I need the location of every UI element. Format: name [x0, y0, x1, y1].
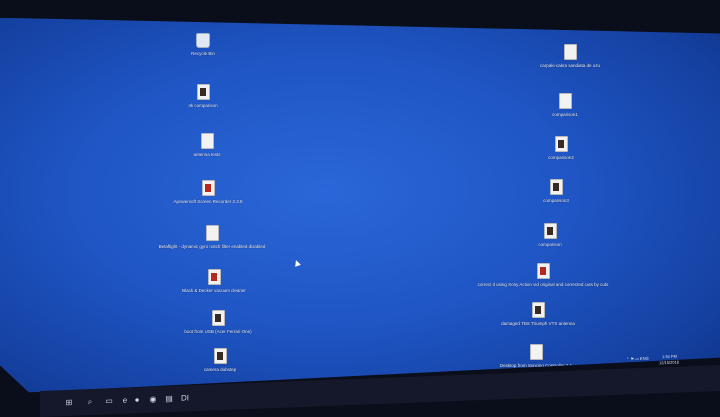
app-shortcut-icon — [201, 180, 215, 196]
left-desktop-icon[interactable]: Black & Decker vacuum cleaner — [139, 269, 289, 293]
desktop-icon-label: comparison — [538, 242, 562, 247]
recycle-bin-icon — [196, 33, 210, 48]
left-desktop-icon[interactable]: antenna tests — [132, 133, 282, 157]
left-desktop-icon[interactable]: Recycle Bin — [128, 33, 278, 56]
desktop-icon-label: Recycle Bin — [191, 51, 215, 56]
right-desktop-icon[interactable]: carpaki-cakra sandiata de ozu — [495, 44, 645, 68]
left-desktop-icon[interactable]: boot from USB (Acer Ferrari One) — [143, 310, 293, 334]
video-file-icon — [558, 93, 572, 109]
video-file-icon — [529, 344, 543, 360]
desktop-icon-label: carpaki-cakra sandiata de ozu — [539, 63, 601, 68]
left-desktop-icon[interactable]: 4k comparison — [128, 84, 278, 108]
right-desktop-icon[interactable]: correct it using Sony Action vid origina… — [468, 263, 618, 287]
start-button[interactable]: ⊞ — [64, 398, 74, 408]
search-icon[interactable]: ⌕ — [85, 397, 95, 407]
desktop-icon-label: camera dubstep — [203, 367, 237, 372]
desktop-icon-label: Black & Decker vacuum cleaner — [182, 288, 246, 293]
right-desktop-icon[interactable]: comparison1 — [490, 93, 640, 117]
desktop-icon-label: comparison2 — [548, 155, 574, 160]
desktop-icon-label: Desktop from Syncing Controller 2.1 — [499, 363, 573, 368]
video-file-icon — [207, 269, 221, 285]
right-desktop-icon[interactable]: Desktop from Syncing Controller 2.1 — [461, 344, 611, 368]
right-desktop-icon[interactable]: comparison3 — [481, 179, 631, 203]
video-file-icon — [205, 225, 219, 241]
video-file-icon — [536, 263, 550, 279]
desktop-icon-label: damaged TBS Triumph VTX antenna — [501, 321, 575, 326]
video-file-icon — [554, 136, 568, 152]
desktop-icon-label: Betaflight - dynamic gyro notch filter e… — [158, 244, 266, 249]
desktop-icon-label: correct it using Sony Action vid origina… — [477, 282, 609, 287]
video-file-icon — [531, 302, 545, 318]
desktop-icon-label: Apowersoft Screen Recorder 2.3.8 — [173, 199, 243, 204]
desktop: Recycle Bin 4k comparison antenna tests Apo… — [0, 18, 720, 393]
mouse-cursor — [293, 259, 301, 267]
right-desktop-icon[interactable]: comparison — [475, 223, 625, 247]
left-desktop-icon[interactable]: camera dubstep — [145, 348, 295, 372]
edge-icon[interactable]: e — [120, 396, 130, 406]
desktop-icon-label: boot from USB (Acer Ferrari One) — [184, 329, 252, 334]
desktop-icon-label: comparison3 — [543, 198, 569, 203]
task-view-icon[interactable]: ▭ — [104, 396, 114, 406]
video-file-icon — [211, 310, 225, 326]
right-desktop-icon[interactable]: damaged TBS Triumph VTX antenna — [463, 302, 613, 326]
explorer-icon[interactable]: ▤ — [164, 394, 174, 404]
video-file-icon — [196, 84, 210, 100]
chrome-icon[interactable]: ◉ — [148, 395, 158, 405]
left-desktop-icon[interactable]: Apowersoft Screen Recorder 2.3.8 — [133, 180, 283, 204]
video-file-icon — [543, 223, 557, 239]
video-file-icon — [549, 179, 563, 195]
video-file-icon — [563, 44, 577, 60]
tray-icons[interactable]: ⌃ ⚑ ▭ ENG — [626, 356, 649, 362]
clock-date[interactable]: 12/15/2018 — [659, 360, 679, 366]
clock-time[interactable]: 1:34 PM — [662, 354, 677, 360]
video-file-icon — [213, 348, 227, 364]
desktop-icon-label: comparison1 — [552, 112, 578, 117]
right-desktop-icon[interactable]: comparison2 — [486, 136, 636, 160]
left-desktop-icon[interactable]: Betaflight - dynamic gyro notch filter e… — [137, 225, 287, 249]
app-di-icon[interactable]: DI — [180, 393, 190, 403]
file-icon — [200, 133, 214, 149]
desktop-icon-label: antenna tests — [193, 152, 221, 157]
desktop-icon-label: 4k comparison — [188, 103, 218, 108]
